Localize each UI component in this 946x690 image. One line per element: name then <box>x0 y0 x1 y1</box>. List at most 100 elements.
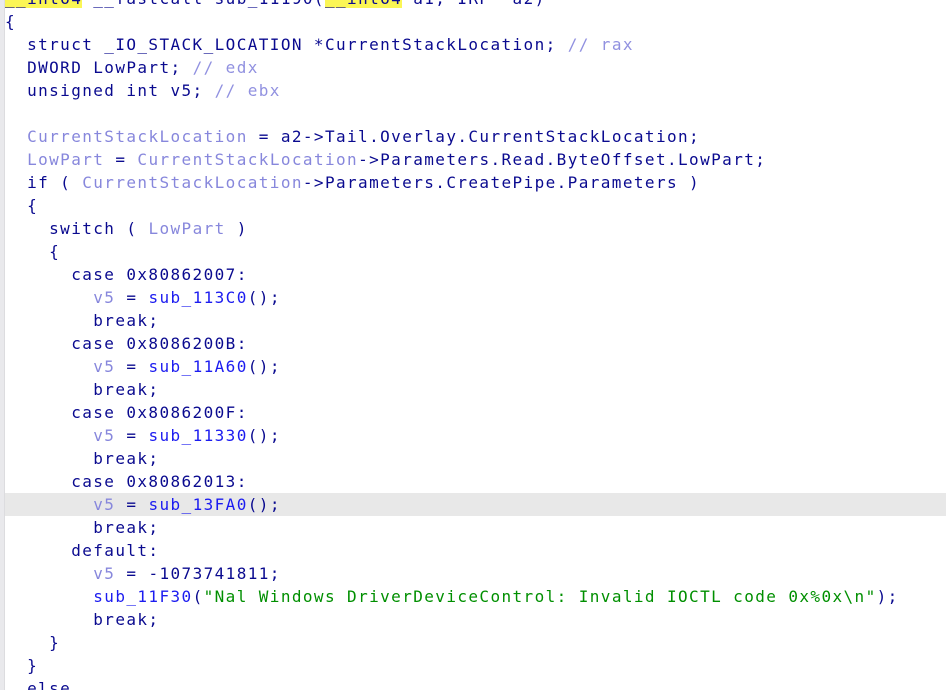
variable-ref[interactable]: LowPart <box>148 219 225 238</box>
variable-ref[interactable]: CurrentStackLocation <box>137 150 358 169</box>
code-token: DWORD LowPart; <box>5 58 193 77</box>
code-token: (); <box>247 495 281 514</box>
code-line[interactable]: case 0x80862007: <box>5 263 946 286</box>
code-line[interactable]: switch ( LowPart ) <box>5 217 946 240</box>
function-ref[interactable]: sub_11330 <box>148 426 247 445</box>
variable-ref[interactable]: CurrentStackLocation <box>82 173 303 192</box>
code-line[interactable]: struct _IO_STACK_LOCATION *CurrentStackL… <box>5 33 946 56</box>
code-line[interactable]: break; <box>5 516 946 539</box>
code-token: ) <box>225 219 248 238</box>
code-token: a1, IRP *a2) <box>402 0 545 8</box>
string-literal: "Nal Windows DriverDeviceControl: Invali… <box>203 587 877 606</box>
variable-ref[interactable]: LowPart <box>27 150 104 169</box>
code-line[interactable]: break; <box>5 447 946 470</box>
code-line[interactable]: unsigned int v5; // ebx <box>5 79 946 102</box>
function-ref[interactable]: sub_11F30 <box>93 587 192 606</box>
code-token: break; <box>5 380 160 399</box>
code-token: = a2->Tail.Overlay.CurrentStackLocation; <box>247 127 701 146</box>
register-comment: // edx <box>192 58 259 77</box>
variable-ref[interactable]: CurrentStackLocation <box>27 127 248 146</box>
code-token: if ( <box>5 173 83 192</box>
register-comment: // ebx <box>214 81 281 100</box>
code-token: break; <box>5 311 160 330</box>
code-token: { <box>5 196 39 215</box>
code-token: case 0x8086200B: <box>5 334 248 353</box>
code-line[interactable]: } <box>5 631 946 654</box>
code-token: break; <box>5 449 160 468</box>
code-line[interactable]: v5 = sub_113C0(); <box>5 286 946 309</box>
highlighted-occurrence: __int64 <box>5 0 83 8</box>
variable-ref[interactable]: v5 <box>93 564 115 583</box>
code-line-current[interactable]: v5 = sub_13FA0(); <box>5 493 946 516</box>
variable-ref[interactable]: v5 <box>93 288 115 307</box>
code-line[interactable]: v5 = sub_11A60(); <box>5 355 946 378</box>
highlighted-occurrence: __int64 <box>324 0 403 8</box>
variable-ref[interactable]: v5 <box>93 426 115 445</box>
code-token: else <box>5 679 72 690</box>
code-token: default: <box>5 541 160 560</box>
code-line[interactable]: break; <box>5 378 946 401</box>
code-line[interactable]: { <box>5 194 946 217</box>
code-token: = <box>115 495 149 514</box>
code-line[interactable]: LowPart = CurrentStackLocation->Paramete… <box>5 148 946 171</box>
code-line[interactable]: { <box>5 240 946 263</box>
decompiler-pane: __int64 __fastcall sub_11190(__int64 a1,… <box>0 0 946 690</box>
code-line[interactable]: sub_11F30("Nal Windows DriverDeviceContr… <box>5 585 946 608</box>
code-line[interactable] <box>5 102 946 125</box>
code-line[interactable]: case 0x8086200F: <box>5 401 946 424</box>
code-token: (); <box>247 357 281 376</box>
decompiler-code[interactable]: __int64 __fastcall sub_11190(__int64 a1,… <box>5 0 946 690</box>
code-line[interactable]: break; <box>5 608 946 631</box>
code-token: } <box>5 656 39 675</box>
code-token: = <box>115 357 149 376</box>
code-token: = <box>115 426 149 445</box>
code-line[interactable]: v5 = -1073741811; <box>5 562 946 585</box>
code-line[interactable]: } <box>5 654 946 677</box>
code-line[interactable]: break; <box>5 309 946 332</box>
code-line[interactable]: v5 = sub_11330(); <box>5 424 946 447</box>
code-token: (); <box>247 288 281 307</box>
code-token: case 0x80862007: <box>5 265 248 284</box>
code-token: break; <box>5 610 160 629</box>
code-token: { <box>5 12 17 31</box>
code-token: = <box>104 150 138 169</box>
code-line[interactable]: { <box>5 10 946 33</box>
register-comment: // rax <box>567 35 634 54</box>
code-token: case 0x8086200F: <box>5 403 248 422</box>
code-token: unsigned int v5; <box>5 81 215 100</box>
code-line[interactable]: __int64 __fastcall sub_11190(__int64 a1,… <box>5 0 946 10</box>
code-token: { <box>5 242 61 261</box>
code-line[interactable]: CurrentStackLocation = a2->Tail.Overlay.… <box>5 125 946 148</box>
code-token: switch ( <box>5 219 149 238</box>
function-ref[interactable]: sub_13FA0 <box>148 495 247 514</box>
code-token: break; <box>5 518 160 537</box>
code-line[interactable]: if ( CurrentStackLocation->Parameters.Cr… <box>5 171 946 194</box>
code-line[interactable]: case 0x8086200B: <box>5 332 946 355</box>
code-token: ->Parameters.Read.ByteOffset.LowPart; <box>358 150 767 169</box>
code-token: = -1073741811; <box>115 564 281 583</box>
code-token: ); <box>876 587 899 606</box>
code-line[interactable]: DWORD LowPart; // edx <box>5 56 946 79</box>
function-ref[interactable]: sub_113C0 <box>148 288 247 307</box>
code-token: struct _IO_STACK_LOCATION *CurrentStackL… <box>5 35 568 54</box>
function-ref[interactable]: sub_11A60 <box>148 357 247 376</box>
code-token: case 0x80862013: <box>5 472 248 491</box>
code-token: ->Parameters.CreatePipe.Parameters ) <box>302 173 701 192</box>
code-token: ( <box>192 587 204 606</box>
code-token: __fastcall sub_11190( <box>82 0 325 8</box>
code-token: = <box>115 288 149 307</box>
code-line[interactable]: default: <box>5 539 946 562</box>
variable-ref[interactable]: v5 <box>93 495 115 514</box>
code-line[interactable]: else <box>5 677 946 690</box>
code-line[interactable]: case 0x80862013: <box>5 470 946 493</box>
variable-ref[interactable]: v5 <box>93 357 115 376</box>
code-token: } <box>5 633 61 652</box>
